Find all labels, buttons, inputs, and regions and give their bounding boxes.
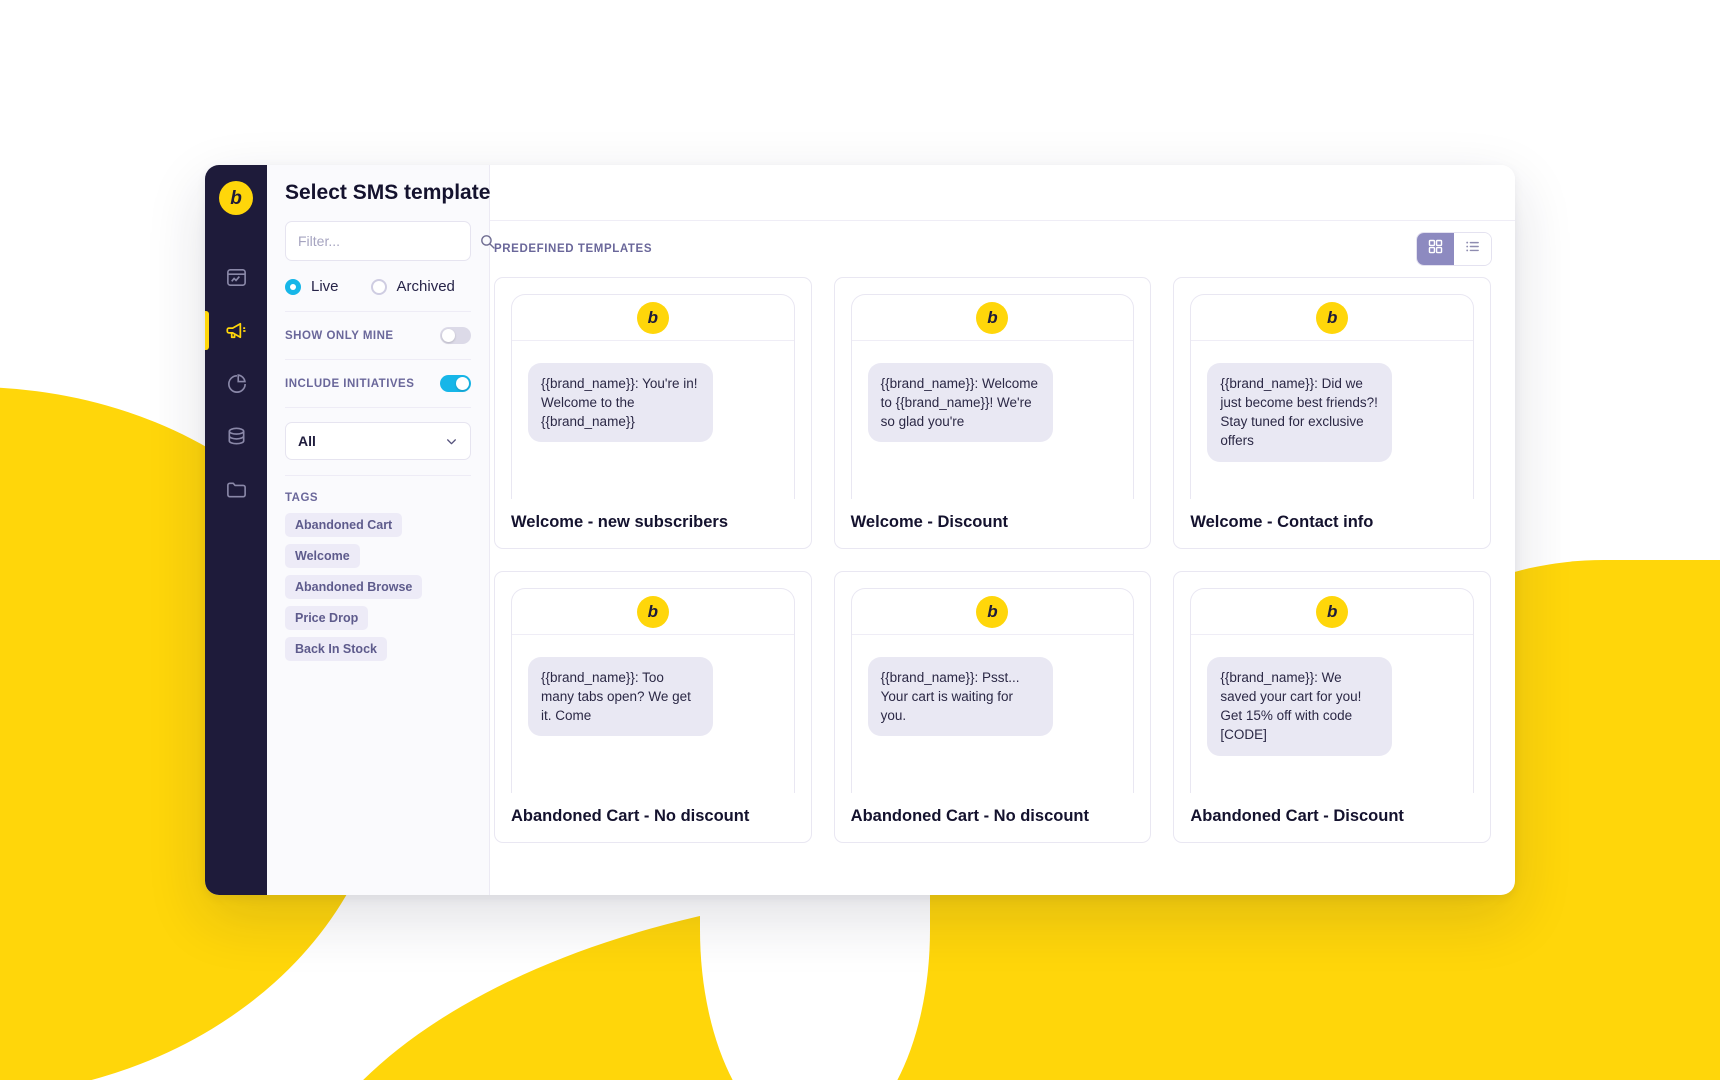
phone-header: b	[851, 589, 1134, 635]
search-icon[interactable]	[479, 233, 496, 250]
show-only-mine-row: SHOW ONLY MINE	[285, 312, 471, 360]
view-toggle	[1417, 233, 1491, 265]
radio-archived-label[interactable]: Archived	[397, 278, 455, 295]
show-only-mine-label: SHOW ONLY MINE	[285, 329, 394, 342]
list-view-icon	[1464, 238, 1481, 260]
phone-preview: b {{brand_name}}: You're in! Welcome to …	[511, 294, 795, 500]
brand-avatar: b	[976, 595, 1009, 628]
folder-icon	[225, 478, 248, 501]
status-filter-group: Live Archived	[285, 261, 471, 312]
phone-preview: b {{brand_name}}: Welcome to {{brand_nam…	[850, 294, 1135, 500]
template-title: Welcome - Contact info	[1190, 513, 1374, 532]
screenshot-root: b Filter... Live Archived SHOW ONLY MINE…	[0, 0, 1720, 1080]
tag-price-drop[interactable]: Price Drop	[285, 606, 369, 630]
template-card[interactable]: b {{brand_name}}: Too many tabs open? We…	[494, 571, 812, 843]
include-initiatives-row: INCLUDE INITIATIVES	[285, 360, 471, 408]
main-panel: PREDEFINED TEMPLATES b {{brand_name}}: Y…	[490, 165, 1515, 895]
brand-logo-glyph: b	[230, 187, 242, 209]
white-notch	[700, 885, 930, 1080]
template-title: Abandoned Cart - Discount	[1190, 807, 1404, 826]
filter-sidebar: Live Archived SHOW ONLY MINE INCLUDE INI…	[267, 165, 495, 895]
tag-abandoned-browse[interactable]: Abandoned Browse	[285, 575, 423, 599]
nav-rail: b	[205, 165, 267, 895]
main-header: PREDEFINED TEMPLATES	[490, 221, 1515, 277]
initiatives-select-value: All	[298, 433, 316, 449]
show-only-mine-toggle[interactable]	[440, 327, 471, 344]
window-titlebar	[490, 165, 1515, 221]
list-view-button[interactable]	[1454, 233, 1491, 265]
chevron-down-icon	[445, 435, 458, 448]
phone-header: b	[1191, 295, 1473, 341]
phone-header: b	[512, 589, 794, 635]
app-window: b Filter... Live Archived SHOW ONLY MINE…	[205, 165, 1515, 895]
pie-chart-icon	[225, 372, 248, 395]
radio-archived[interactable]	[370, 278, 387, 295]
grid-view-icon	[1427, 238, 1444, 260]
tag-back-in-stock[interactable]: Back In Stock	[285, 637, 387, 661]
template-title: Welcome - Discount	[850, 513, 1009, 532]
sms-bubble: {{brand_name}}: Welcome to {{brand_name}…	[867, 363, 1053, 443]
sms-bubble: {{brand_name}}: You're in! Welcome to th…	[528, 363, 713, 443]
radio-live-label[interactable]: Live	[311, 278, 339, 295]
template-list-scroll[interactable]: b {{brand_name}}: You're in! Welcome to …	[490, 277, 1515, 895]
template-card[interactable]: b {{brand_name}}: Did we just become bes…	[1173, 277, 1491, 549]
sms-bubble: {{brand_name}}: Too many tabs open? We g…	[528, 657, 713, 737]
radio-live[interactable]	[285, 278, 301, 295]
tag-abandoned-cart[interactable]: Abandoned Cart	[285, 513, 403, 537]
grid-view-button[interactable]	[1417, 233, 1454, 265]
tag-welcome[interactable]: Welcome	[285, 544, 360, 568]
sms-bubble: {{brand_name}}: We saved your cart for y…	[1207, 657, 1393, 756]
phone-preview: b {{brand_name}}: Too many tabs open? We…	[511, 588, 795, 794]
sms-bubble: {{brand_name}}: Psst... Your cart is wai…	[867, 657, 1053, 737]
phone-header: b	[851, 295, 1134, 341]
template-grid: b {{brand_name}}: You're in! Welcome to …	[494, 277, 1491, 843]
database-icon	[225, 425, 248, 448]
template-card[interactable]: b {{brand_name}}: Welcome to {{brand_nam…	[833, 277, 1152, 549]
brand-avatar: b	[976, 301, 1009, 334]
phone-preview: b {{brand_name}}: Did we just become bes…	[1190, 294, 1474, 500]
section-label: PREDEFINED TEMPLATES	[494, 243, 653, 255]
megaphone-icon	[225, 319, 248, 342]
template-card[interactable]: b {{brand_name}}: We saved your cart for…	[1173, 571, 1491, 843]
phone-preview: b {{brand_name}}: We saved your cart for…	[1190, 588, 1474, 794]
initiatives-select-wrap: All	[285, 408, 471, 476]
brand-logo[interactable]: b	[219, 181, 253, 215]
phone-header: b	[512, 295, 794, 341]
nav-item-library[interactable]	[205, 463, 267, 516]
brand-avatar: b	[636, 595, 669, 628]
brand-avatar: b	[636, 301, 669, 334]
template-title: Abandoned Cart - No discount	[850, 807, 1089, 826]
sidebar-title-spacer	[285, 165, 471, 221]
dashboard-icon	[225, 266, 248, 289]
nav-item-campaigns[interactable]	[205, 304, 267, 357]
search-input[interactable]	[298, 233, 479, 249]
phone-header: b	[1191, 589, 1473, 635]
nav-item-analytics[interactable]	[205, 357, 267, 410]
tags-heading: TAGS	[285, 492, 319, 504]
nav-item-dashboard[interactable]	[205, 251, 267, 304]
sms-bubble: {{brand_name}}: Did we just become best …	[1207, 363, 1393, 462]
phone-preview: b {{brand_name}}: Psst... Your cart is w…	[850, 588, 1135, 794]
template-card[interactable]: b {{brand_name}}: You're in! Welcome to …	[494, 277, 812, 549]
template-card[interactable]: b {{brand_name}}: Psst... Your cart is w…	[833, 571, 1152, 843]
brand-avatar: b	[1316, 301, 1349, 334]
include-initiatives-toggle[interactable]	[440, 375, 471, 392]
tag-list: Abandoned Cart Welcome Abandoned Browse …	[285, 513, 471, 661]
filter-search[interactable]	[285, 221, 495, 261]
initiatives-select[interactable]: All	[285, 422, 471, 460]
template-title: Welcome - new subscribers	[511, 513, 729, 532]
nav-item-data[interactable]	[205, 410, 267, 463]
include-initiatives-label: INCLUDE INITIATIVES	[285, 377, 415, 390]
brand-avatar: b	[1316, 595, 1349, 628]
template-title: Abandoned Cart - No discount	[511, 807, 750, 826]
